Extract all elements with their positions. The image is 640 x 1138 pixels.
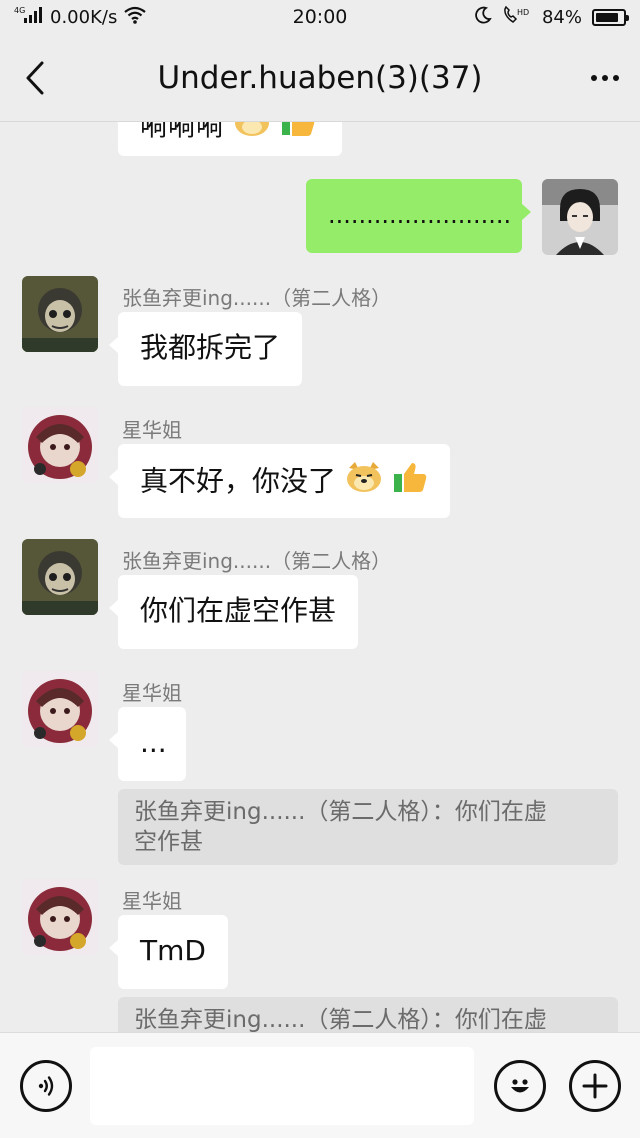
chat-list[interactable]: 嗬嗬嗬 ........................ 张鱼弃更ing....… <box>0 122 640 1032</box>
thumbs-up-icon <box>392 460 428 505</box>
more-dot <box>602 74 608 81</box>
message-text: 嗬嗬嗬 <box>140 122 225 142</box>
message-text: TmD <box>140 934 206 967</box>
wifi-icon <box>123 6 147 29</box>
status-bar: 4G 0.00K/s 20:00 HD 84% <box>0 0 640 34</box>
message-text: ... <box>140 726 167 759</box>
network-speed: 0.00K/s <box>50 6 118 28</box>
avatar-xinghuajie[interactable] <box>22 407 98 483</box>
thumbs-up-icon <box>280 122 316 148</box>
voice-button[interactable] <box>20 1060 72 1112</box>
sender-name: 星华姐 <box>122 418 182 442</box>
doge-emoji-icon <box>345 460 383 505</box>
quote-text-line: 空作甚 <box>134 829 203 855</box>
status-left: 4G 0.00K/s <box>14 6 147 29</box>
message-bubble[interactable]: TmD <box>109 915 228 989</box>
message-bubble[interactable]: 我都拆完了 <box>108 312 303 386</box>
doge-emoji-icon <box>233 122 271 148</box>
sender-name: 张鱼弃更ing......（第二人格） <box>122 549 392 573</box>
status-right: HD 84% <box>474 5 629 29</box>
battery-fill <box>596 12 618 22</box>
message-bubble[interactable]: 真不好，你没了 <box>109 444 450 518</box>
back-button[interactable] <box>0 34 70 122</box>
message-text: ........................ <box>328 201 512 229</box>
message-bubble[interactable]: 你们在虚空作甚 <box>108 575 359 649</box>
quoted-message[interactable]: 张鱼弃更ing......（第二人格）：你们在虚 空作甚 <box>118 789 618 865</box>
message-text: 真不好，你没了 <box>140 464 337 498</box>
chat-title: Under.huaben(3)(37) <box>157 59 483 96</box>
sender-name: 星华姐 <box>122 889 182 913</box>
add-button[interactable] <box>569 1060 621 1112</box>
message-bubble[interactable]: 嗬嗬嗬 <box>109 122 342 156</box>
moon-icon <box>474 6 492 29</box>
input-bar <box>0 1032 640 1138</box>
quote-text-line: 张鱼弃更ing......（第二人格）：你们在虚 <box>134 799 547 825</box>
svg-text:4G: 4G <box>14 6 25 15</box>
plus-icon <box>582 1073 608 1099</box>
avatar-xinghuajie[interactable] <box>22 879 98 955</box>
quoted-message[interactable]: 张鱼弃更ing......（第二人格）：你们在虚 <box>118 997 618 1032</box>
svg-text:HD: HD <box>517 8 529 17</box>
message-text: 你们在虚空作甚 <box>140 594 337 627</box>
back-arrow-icon <box>26 61 44 94</box>
message-input[interactable] <box>90 1047 474 1125</box>
avatar-zhangyu[interactable] <box>22 539 98 615</box>
avatar-zhangyu[interactable] <box>22 276 98 352</box>
emoji-icon <box>511 1079 529 1093</box>
more-dot <box>591 74 597 81</box>
more-dot <box>613 74 619 81</box>
message-bubble[interactable]: ... <box>109 707 186 781</box>
sender-name: 张鱼弃更ing......（第二人格） <box>122 286 392 310</box>
own-message-bubble[interactable]: ........................ <box>306 179 531 253</box>
emoji-button[interactable] <box>494 1060 546 1112</box>
quote-text-line: 张鱼弃更ing......（第二人格）：你们在虚 <box>134 1007 547 1032</box>
message-text: 我都拆完了 <box>140 331 281 364</box>
battery-percent: 84% <box>541 6 582 28</box>
battery-icon <box>592 8 629 26</box>
voice-icon <box>38 1076 54 1096</box>
more-button[interactable] <box>570 34 640 122</box>
hd-call-icon: HD <box>502 5 532 29</box>
sender-name: 星华姐 <box>122 681 182 705</box>
signal-icon: 4G <box>14 6 44 29</box>
chat-header: Under.huaben(3)(37) <box>0 34 640 122</box>
avatar-xinghuajie[interactable] <box>22 671 98 747</box>
own-avatar[interactable] <box>542 179 618 255</box>
